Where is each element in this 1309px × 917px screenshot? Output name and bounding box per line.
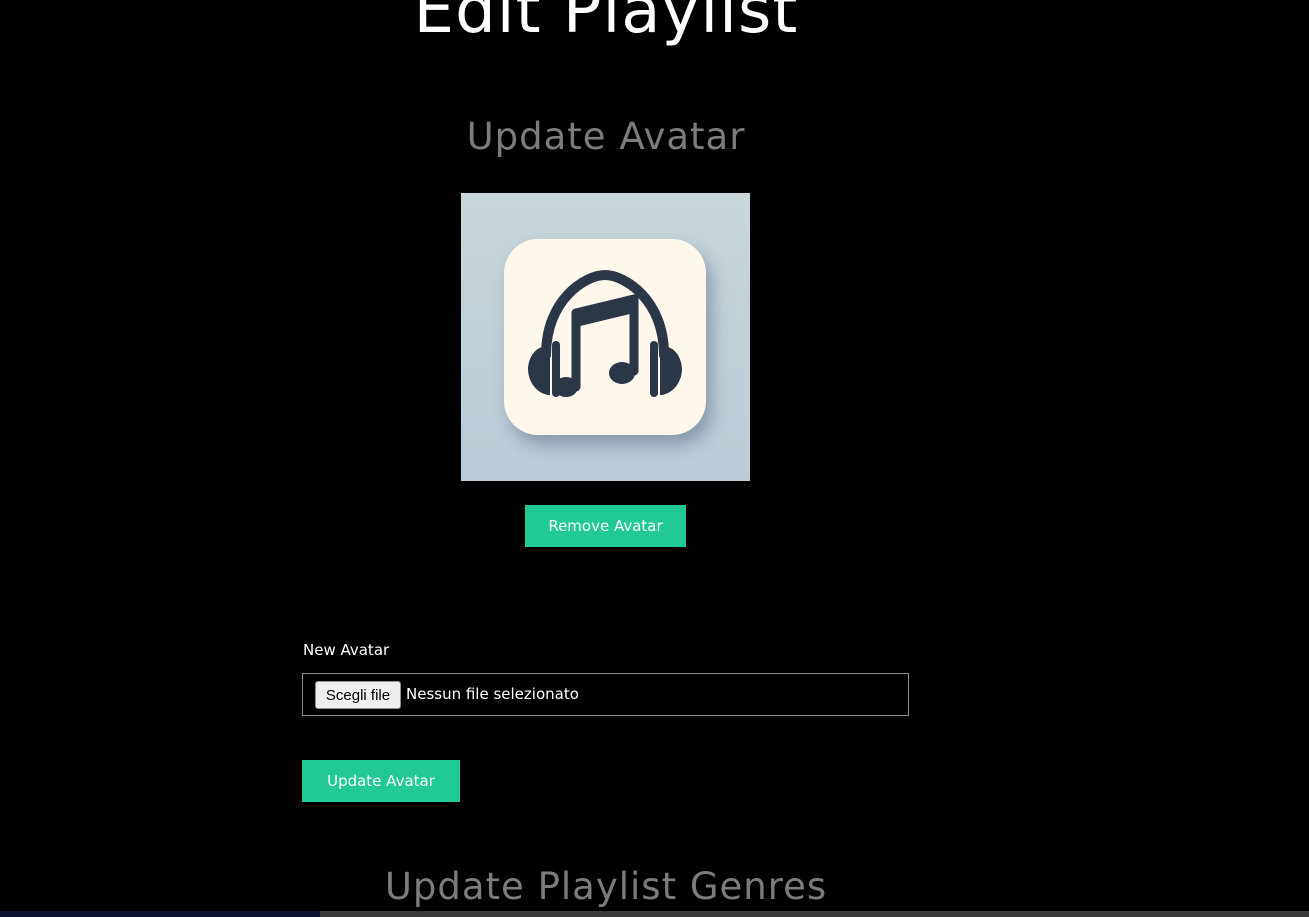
update-avatar-button[interactable]: Update Avatar: [302, 760, 460, 802]
headphones-music-note-icon: [528, 269, 682, 397]
update-avatar-heading: Update Avatar: [466, 115, 746, 158]
horizontal-scrollbar[interactable]: [320, 911, 1309, 917]
playlist-avatar-image: [461, 193, 750, 481]
avatar-tile: [504, 239, 706, 435]
remove-avatar-button[interactable]: Remove Avatar: [525, 505, 686, 547]
choose-file-button[interactable]: Scegli file: [315, 681, 401, 709]
file-status-text: Nessun file selezionato: [406, 685, 579, 703]
bottom-strip: [0, 911, 320, 917]
edit-playlist-page: Edit Playlist Update Avatar Remove Avata…: [0, 0, 1309, 917]
new-avatar-label: New Avatar: [303, 641, 390, 659]
page-title: Edit Playlist: [413, 0, 799, 48]
update-playlist-genres-heading: Update Playlist Genres: [384, 865, 828, 908]
new-avatar-file-input[interactable]: Scegli file Nessun file selezionato: [302, 673, 909, 716]
